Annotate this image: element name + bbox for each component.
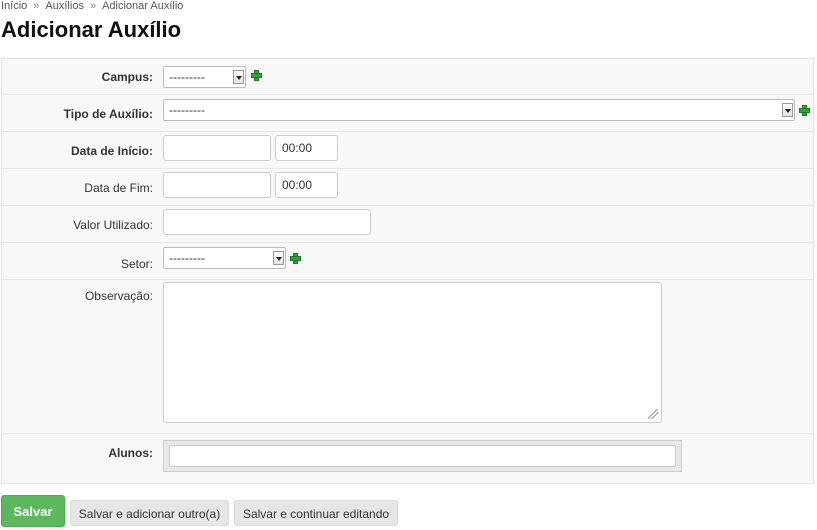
form-row-valor-utilizado: Valor Utilizado: [2,206,813,243]
tipo-auxilio-select-value: --------- [169,103,205,117]
add-setor-plus-icon[interactable] [290,253,301,264]
save-continue-editing-button[interactable]: Salvar e continuar editando [234,500,398,526]
form-row-data-inicio: Data de Início: 00:00 [2,132,813,169]
observacao-label: Observação: [84,289,153,303]
alunos-widget [163,440,682,472]
chevron-down-icon [233,70,244,84]
campus-select-value: --------- [169,70,205,84]
data-inicio-date-input[interactable] [163,135,271,161]
save-add-another-button[interactable]: Salvar e adicionar outro(a) [70,500,229,526]
form-row-alunos: Alunos: [2,434,813,483]
add-tipo-auxilio-plus-icon[interactable] [799,105,810,116]
form-row-tipo-auxilio: Tipo de Auxílio: --------- [2,95,813,132]
add-campus-plus-icon[interactable] [251,70,262,81]
valor-utilizado-label: Valor Utilizado: [73,218,153,232]
alunos-input[interactable] [169,445,676,467]
form-row-observacao: Observação: [2,280,813,434]
form-row-data-fim: Data de Fim: 00:00 [2,169,813,206]
save-button[interactable]: Salvar [1,495,65,527]
chevron-down-icon [782,103,793,117]
alunos-label: Alunos: [108,446,153,460]
tipo-auxilio-label: Tipo de Auxílio: [63,107,153,121]
data-inicio-time-input[interactable]: 00:00 [275,135,338,161]
tipo-auxilio-select[interactable]: --------- [163,99,795,121]
setor-select[interactable]: --------- [163,247,286,269]
chevron-down-icon [273,251,284,265]
data-fim-time-input[interactable]: 00:00 [275,172,338,198]
resize-handle-icon[interactable] [648,409,658,419]
breadcrumb: Início » Auxílios » Adicionar Auxílio [1,0,183,13]
data-inicio-label: Data de Início: [70,144,153,158]
data-fim-label: Data de Fim: [84,181,153,195]
data-fim-date-input[interactable] [163,172,271,198]
setor-select-value: --------- [169,251,205,265]
breadcrumb-separator: » [33,0,40,12]
breadcrumb-current: Adicionar Auxílio [102,0,184,12]
setor-label: Setor: [120,257,153,271]
auxilio-form: Campus: --------- Tipo de Auxílio: -----… [1,58,814,484]
valor-utilizado-input[interactable] [163,209,371,235]
form-row-setor: Setor: --------- [2,243,813,280]
breadcrumb-separator: » [89,0,97,12]
campus-select[interactable]: --------- [163,66,246,88]
page-title: Adicionar Auxílio [1,17,182,42]
form-row-campus: Campus: --------- [2,59,813,95]
breadcrumb-auxilios[interactable]: Auxílios [45,0,84,12]
campus-label: Campus: [101,70,153,84]
observacao-textarea[interactable] [163,282,662,423]
breadcrumb-home[interactable]: Início [1,0,27,12]
